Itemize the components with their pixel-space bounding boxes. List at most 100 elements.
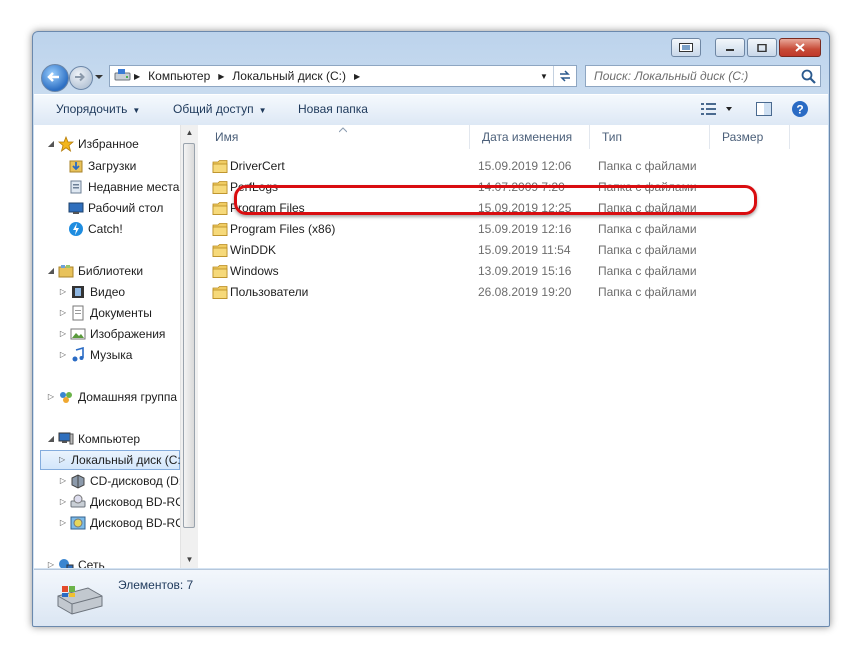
computer-drive-icon (114, 69, 131, 81)
tree-item-bd-rom-1[interactable]: ▷ Дисковод BD-ROM (58, 492, 180, 512)
column-header-name[interactable]: Имя (203, 125, 470, 149)
address-separator-icon[interactable]: ▶ (132, 72, 142, 81)
expand-arrow-icon[interactable]: ▷ (58, 345, 68, 365)
tree-label: Компьютер (78, 432, 141, 446)
column-header-date[interactable]: Дата изменения (470, 125, 590, 149)
tree-item-desktop[interactable]: Рабочий стол (68, 198, 163, 218)
minimize-button[interactable] (715, 38, 745, 57)
tree-label: Локальный диск (C:) (71, 453, 180, 467)
expand-arrow-icon[interactable]: ▷ (46, 387, 56, 407)
address-separator-icon[interactable]: ▶ (216, 72, 226, 81)
expand-arrow-icon[interactable]: ▷ (59, 450, 65, 470)
tree-item-local-disk-c[interactable]: ▷ Локальный диск (C:) (40, 450, 180, 470)
back-button[interactable] (41, 64, 69, 92)
tree-label: CD-дисковод (D:) (90, 474, 180, 488)
expand-arrow-icon[interactable]: ▷ (58, 303, 68, 323)
tree-label: Музыка (90, 348, 133, 362)
forward-button[interactable] (69, 66, 93, 90)
expand-arrow-icon[interactable]: ▷ (58, 513, 68, 533)
share-label: Общий доступ (173, 102, 254, 116)
organize-menu[interactable]: Упорядочить ▼ (56, 102, 140, 116)
table-row[interactable]: DriverCert 15.09.2019 12:06 Папка с файлам… (208, 156, 728, 177)
tree-label: Сеть (78, 558, 105, 568)
address-history-dropdown[interactable]: ▼ (535, 72, 553, 81)
tree-item-music[interactable]: ▷ Музыка (58, 345, 132, 365)
command-bar: Упорядочить ▼ Общий доступ ▼ Новая папка ? (34, 94, 828, 126)
new-folder-button[interactable]: Новая папка (298, 102, 368, 116)
expand-arrow-icon[interactable]: ▷ (58, 471, 68, 491)
close-button[interactable] (779, 38, 821, 57)
expand-arrow-icon[interactable]: ▷ (58, 492, 68, 512)
downloads-folder-icon (69, 160, 83, 173)
address-segment-computer[interactable]: Компьютер (142, 69, 216, 83)
tree-item-documents[interactable]: ▷ Документы (58, 303, 152, 323)
column-header-size[interactable]: Размер (710, 125, 790, 149)
table-row[interactable]: Windows 13.09.2019 15:16 Папка с файлами (208, 261, 728, 282)
search-icon[interactable] (801, 69, 817, 85)
folder-icon (212, 286, 228, 299)
desktop-icon (68, 202, 84, 214)
window-controls (715, 38, 821, 57)
tree-item-video[interactable]: ▷ Видео (58, 282, 125, 302)
chevron-down-icon (95, 75, 103, 79)
cd-drive-icon (71, 474, 85, 489)
expand-arrow-icon[interactable]: ▷ (58, 282, 68, 302)
share-menu[interactable]: Общий доступ ▼ (173, 102, 267, 116)
recent-pages-dropdown[interactable] (95, 71, 103, 81)
table-row[interactable]: Program Files (x86) 15.09.2019 12:16 Папка… (208, 219, 728, 240)
file-type: Папка с файлами (598, 222, 697, 236)
new-folder-label: Новая папка (298, 102, 368, 116)
file-date: 13.09.2019 15:16 (478, 264, 572, 278)
tree-label: Домашняя группа (78, 390, 178, 404)
maximize-button[interactable] (747, 38, 777, 57)
search-input[interactable]: Поиск: Локальный диск (C:) (585, 65, 821, 87)
tree-item-downloads[interactable]: Загрузки (68, 156, 136, 176)
tree-homegroup[interactable]: ▷ Домашняя группа (46, 387, 177, 407)
file-date: 15.09.2019 12:06 (478, 159, 572, 173)
refresh-button[interactable] (553, 66, 576, 86)
file-date: 26.08.2019 19:20 (478, 285, 572, 299)
collapse-arrow-icon[interactable]: ◢ (46, 261, 56, 281)
tree-computer[interactable]: ◢ Компьютер (46, 429, 140, 449)
file-name: Program Files (x86) (230, 222, 336, 236)
organize-label: Упорядочить (56, 102, 128, 116)
tree-libraries[interactable]: ◢ Библиотеки (46, 261, 143, 281)
file-type: Папка с файлами (598, 285, 697, 299)
switch-window-button[interactable] (671, 38, 701, 57)
help-button[interactable]: ? (791, 100, 809, 121)
file-type: Папка с файлами (598, 264, 697, 278)
scrollbar-thumb[interactable] (183, 143, 195, 528)
tree-network[interactable]: ▷ Сеть (46, 555, 105, 568)
expand-arrow-icon[interactable]: ▷ (58, 324, 68, 344)
scroll-up-icon[interactable]: ▲ (181, 125, 198, 141)
table-row[interactable]: WinDDK 15.09.2019 11:54 Папка с файлами (208, 240, 728, 261)
address-separator-icon[interactable]: ▶ (352, 72, 362, 81)
maximize-icon (757, 43, 767, 52)
tree-label: Документы (90, 306, 152, 320)
explorer-window: ▶ Компьютер ▶ Локальный диск (C:) ▶ ▼ По… (32, 31, 830, 627)
libraries-icon (58, 265, 74, 278)
tree-item-recent-places[interactable]: Недавние места (68, 177, 179, 197)
collapse-arrow-icon[interactable]: ◢ (46, 429, 56, 449)
navigation-pane-scrollbar[interactable]: ▲ ▼ (180, 125, 198, 568)
tree-item-catch[interactable]: Catch! (68, 219, 123, 239)
address-bar[interactable]: ▶ Компьютер ▶ Локальный диск (C:) ▶ ▼ (109, 65, 577, 87)
preview-pane-button[interactable] (755, 100, 773, 121)
view-options-button[interactable] (700, 100, 736, 121)
expand-arrow-icon[interactable]: ▷ (46, 555, 56, 568)
tree-item-pictures[interactable]: ▷ Изображения (58, 324, 166, 344)
tree-item-bd-rom-2[interactable]: ▷ Дисковод BD-ROM (58, 513, 180, 533)
scroll-down-icon[interactable]: ▼ (181, 552, 198, 568)
file-name: Пользователи (230, 285, 309, 299)
address-segment-local-disk[interactable]: Локальный диск (C:) (226, 69, 352, 83)
explorer-content: ◢ Избранное Загрузки Недавние места Рабо… (34, 125, 828, 568)
back-arrow-icon (47, 72, 59, 82)
column-header-type[interactable]: Тип (590, 125, 710, 149)
folder-icon (212, 202, 228, 215)
folder-icon (212, 160, 228, 173)
collapse-arrow-icon[interactable]: ◢ (46, 134, 56, 154)
table-row[interactable]: Пользователи 26.08.2019 19:20 Папка с файл… (208, 282, 728, 303)
tree-favorites[interactable]: ◢ Избранное (46, 134, 139, 154)
computer-icon (58, 432, 74, 445)
tree-item-cd-drive[interactable]: ▷ CD-дисковод (D:) (58, 471, 180, 491)
